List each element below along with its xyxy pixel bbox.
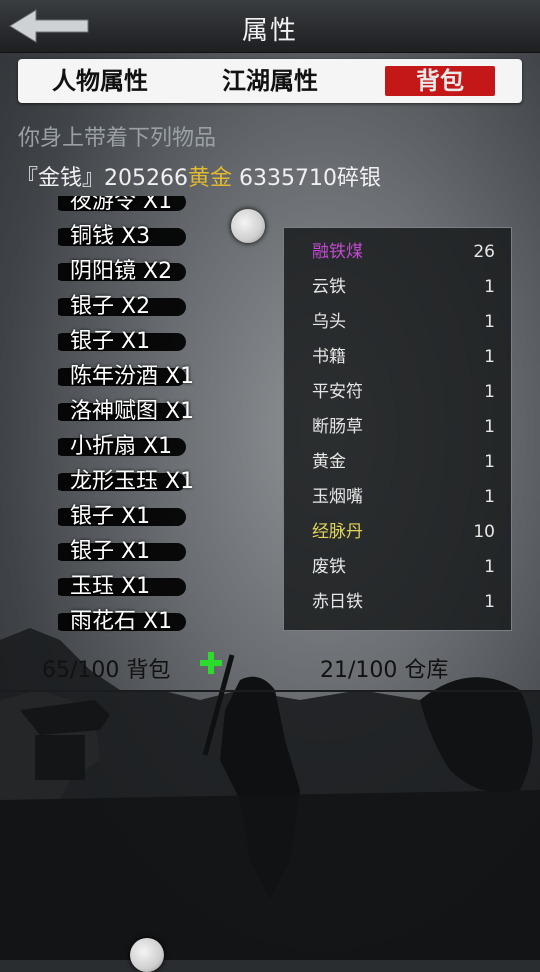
- list-item[interactable]: 洛神赋图 X1: [58, 394, 194, 429]
- list-item[interactable]: 铜钱 X3: [58, 219, 194, 254]
- list-item[interactable]: 银子 X1: [58, 534, 194, 569]
- silver-amount: 6335710: [239, 166, 337, 191]
- list-item[interactable]: 银子 X2: [58, 289, 194, 324]
- capacity-bar: 65/100 背包 21/100 仓库: [0, 648, 540, 684]
- tab-jianghu-attributes[interactable]: 江湖属性: [212, 63, 328, 99]
- list-item[interactable]: 银子 X1: [58, 324, 194, 359]
- material-row[interactable]: 云铁 1: [284, 270, 511, 305]
- bag-capacity: 65/100 背包: [42, 658, 171, 683]
- material-row[interactable]: 玉烟嘴 1: [284, 480, 511, 515]
- materials-panel: 融铁煤 26 云铁 1 乌头 1 书籍 1 平安符 1 断肠草 1 黄金 1 玉烟嘴 1 经脉丹…: [283, 227, 512, 631]
- material-row[interactable]: 平安符 1: [284, 375, 511, 410]
- material-row[interactable]: 经脉丹 10: [284, 515, 511, 550]
- material-row[interactable]: 废铁 1: [284, 550, 511, 585]
- list-item[interactable]: 小折扇 X1: [58, 429, 194, 464]
- scroll-knob-bottom[interactable]: [130, 938, 164, 972]
- material-row[interactable]: 书籍 1: [284, 340, 511, 375]
- material-row[interactable]: 赤日铁 1: [284, 585, 511, 620]
- list-item[interactable]: 龙形玉珏 X1: [58, 464, 194, 499]
- tab-character-attributes[interactable]: 人物属性: [42, 63, 158, 99]
- list-item[interactable]: 雨花石 X1: [58, 604, 194, 636]
- divider: [0, 690, 540, 692]
- list-item[interactable]: 夜游令 X1: [58, 196, 194, 219]
- list-item[interactable]: 玉珏 X1: [58, 569, 194, 604]
- list-item[interactable]: 银子 X1: [58, 499, 194, 534]
- top-bar: 属性: [0, 0, 540, 53]
- inventory-subtitle: 你身上带着下列物品: [18, 126, 217, 151]
- storage-capacity[interactable]: 21/100 仓库: [320, 652, 448, 684]
- scroll-knob[interactable]: [231, 209, 265, 243]
- material-row[interactable]: 黄金 1: [284, 445, 511, 480]
- material-row[interactable]: 断肠草 1: [284, 410, 511, 445]
- material-row[interactable]: 乌头 1: [284, 305, 511, 340]
- item-list[interactable]: 夜游令 X1 铜钱 X3 阴阳镜 X2 银子 X2 银子 X1 陈年汾酒 X1 …: [58, 196, 258, 636]
- expand-bag-plus-icon[interactable]: [194, 646, 228, 680]
- list-item[interactable]: 陈年汾酒 X1: [58, 359, 194, 394]
- silver-label: 碎银: [337, 166, 382, 191]
- tab-bar: 人物属性 江湖属性 背包: [18, 59, 522, 103]
- list-item[interactable]: 阴阳镜 X2: [58, 254, 194, 289]
- material-row[interactable]: 融铁煤 26: [284, 235, 511, 270]
- money-summary: 『金钱』205266黄金 6335710碎银: [16, 160, 381, 192]
- money-prefix: 『金钱』: [16, 166, 105, 191]
- gold-amount: 205266: [104, 166, 188, 191]
- gold-label: 黄金: [188, 166, 233, 191]
- tab-backpack[interactable]: 背包: [385, 66, 495, 96]
- page-title: 属性: [241, 16, 298, 46]
